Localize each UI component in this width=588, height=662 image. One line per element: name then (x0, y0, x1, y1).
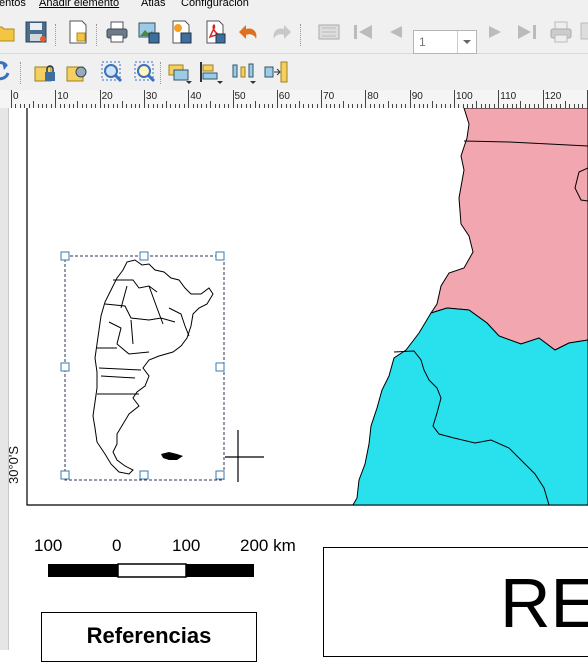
print-icon[interactable] (104, 19, 130, 45)
scalebar-segment (117, 563, 187, 578)
ruler-tick (365, 90, 367, 108)
print-atlas-icon[interactable] (548, 19, 574, 45)
zoom-full-icon[interactable] (132, 59, 158, 85)
distribute-items-icon[interactable] (230, 59, 256, 85)
redo-icon[interactable] (268, 19, 294, 45)
scalebar-label: 100 (34, 536, 63, 555)
ruler-label: 100 (456, 91, 473, 102)
map-title: RE (500, 564, 588, 642)
first-feature-icon[interactable] (350, 19, 376, 45)
ruler-label: 60 (278, 91, 290, 102)
ruler-label: 70 (323, 91, 335, 102)
ruler-tick (387, 101, 389, 108)
ruler-tick (498, 90, 500, 108)
main-toolbar: 1 (0, 11, 588, 54)
menu-item-atlas[interactable]: Atlas (141, 0, 165, 9)
ruler-tick (254, 101, 256, 108)
ruler-tick (55, 90, 57, 108)
previous-feature-icon[interactable] (382, 19, 408, 45)
ruler-tick (33, 101, 35, 108)
ruler-tick (166, 101, 168, 108)
chevron-down-icon[interactable] (457, 31, 476, 53)
toolbar-separator (20, 62, 23, 84)
toolbar-separator (96, 24, 99, 46)
align-items-icon[interactable] (197, 59, 223, 85)
export-svg-icon[interactable] (168, 19, 194, 45)
ruler-tick (210, 101, 212, 108)
ruler-label: 80 (367, 91, 379, 102)
zoom-selection-icon[interactable] (99, 59, 125, 85)
ruler-tick (542, 90, 544, 108)
ruler-label: 110 (500, 91, 517, 102)
scalebar-label: 200 km (240, 536, 296, 555)
menu-item-settings[interactable]: Configuración (181, 0, 249, 9)
ruler-tick (11, 90, 12, 108)
ruler-tick (454, 90, 455, 108)
scalebar-label: 100 (172, 536, 201, 555)
ruler-tick (343, 101, 345, 108)
ruler-label: 40 (190, 91, 202, 102)
items-toolbar (0, 54, 588, 91)
toolbar-separator (55, 24, 58, 46)
latitude-label: 30°0'S (6, 445, 21, 484)
open-folder-icon[interactable] (0, 19, 18, 45)
ruler-label: 10 (57, 91, 69, 102)
resize-items-icon[interactable] (263, 59, 289, 85)
export-atlas-icon[interactable] (578, 19, 588, 45)
ruler-tick (232, 90, 234, 108)
ruler-tick (77, 101, 79, 108)
graticule-cross (225, 430, 264, 482)
ruler-label: 0 (13, 91, 19, 102)
ruler-tick (143, 90, 145, 108)
new-layout-icon[interactable] (65, 19, 91, 45)
ruler-label: 30 (145, 91, 158, 102)
title-box[interactable]: RE (323, 547, 588, 657)
ruler-tick (321, 90, 323, 108)
scalebar-segment (186, 564, 254, 577)
atlas-preview-icon[interactable] (316, 19, 342, 45)
ruler-tick (276, 90, 278, 108)
ruler-tick (409, 90, 411, 108)
ruler-tick (121, 101, 123, 108)
save-icon[interactable] (23, 19, 49, 45)
legend-box[interactable]: Referencias (41, 612, 257, 662)
toolbar-separator (160, 62, 163, 84)
export-pdf-icon[interactable] (202, 19, 228, 45)
menu-item-elements[interactable]: entos (0, 0, 26, 9)
ruler-tick (431, 101, 433, 108)
lock-items-icon[interactable] (33, 59, 59, 85)
ruler-label: 50 (234, 91, 246, 102)
toolbar-separator (300, 24, 303, 46)
ruler-tick (564, 101, 566, 108)
scalebar-label: 0 (112, 536, 122, 555)
unlock-items-icon[interactable] (65, 59, 91, 85)
export-image-icon[interactable] (136, 19, 162, 45)
refresh-icon[interactable] (0, 59, 14, 85)
ruler-label: 90 (411, 91, 423, 102)
ruler-label: 120 (544, 91, 562, 102)
menu-item-add-element[interactable]: Añadir elemento (39, 0, 119, 9)
ruler-tick (520, 101, 522, 108)
page-number-select[interactable]: 1 (413, 30, 477, 54)
legend-title: Referencias (86, 623, 212, 648)
horizontal-ruler: 0 10 20 30 40 50 60 70 80 90 100 110 120 (0, 90, 588, 109)
raise-items-icon[interactable] (166, 59, 192, 85)
next-feature-icon[interactable] (482, 19, 508, 45)
ruler-tick (298, 101, 300, 108)
vertical-ruler (0, 108, 9, 650)
scalebar-segment (48, 564, 118, 577)
ruler-tick (188, 90, 190, 108)
ruler-tick (476, 101, 478, 108)
ruler-label: 20 (101, 91, 113, 102)
undo-icon[interactable] (236, 19, 262, 45)
ruler-tick (99, 90, 101, 108)
page-number-value: 1 (419, 35, 426, 49)
menu-bar: entos Añadir elemento Atlas Configuració… (0, 0, 588, 11)
last-feature-icon[interactable] (514, 19, 540, 45)
